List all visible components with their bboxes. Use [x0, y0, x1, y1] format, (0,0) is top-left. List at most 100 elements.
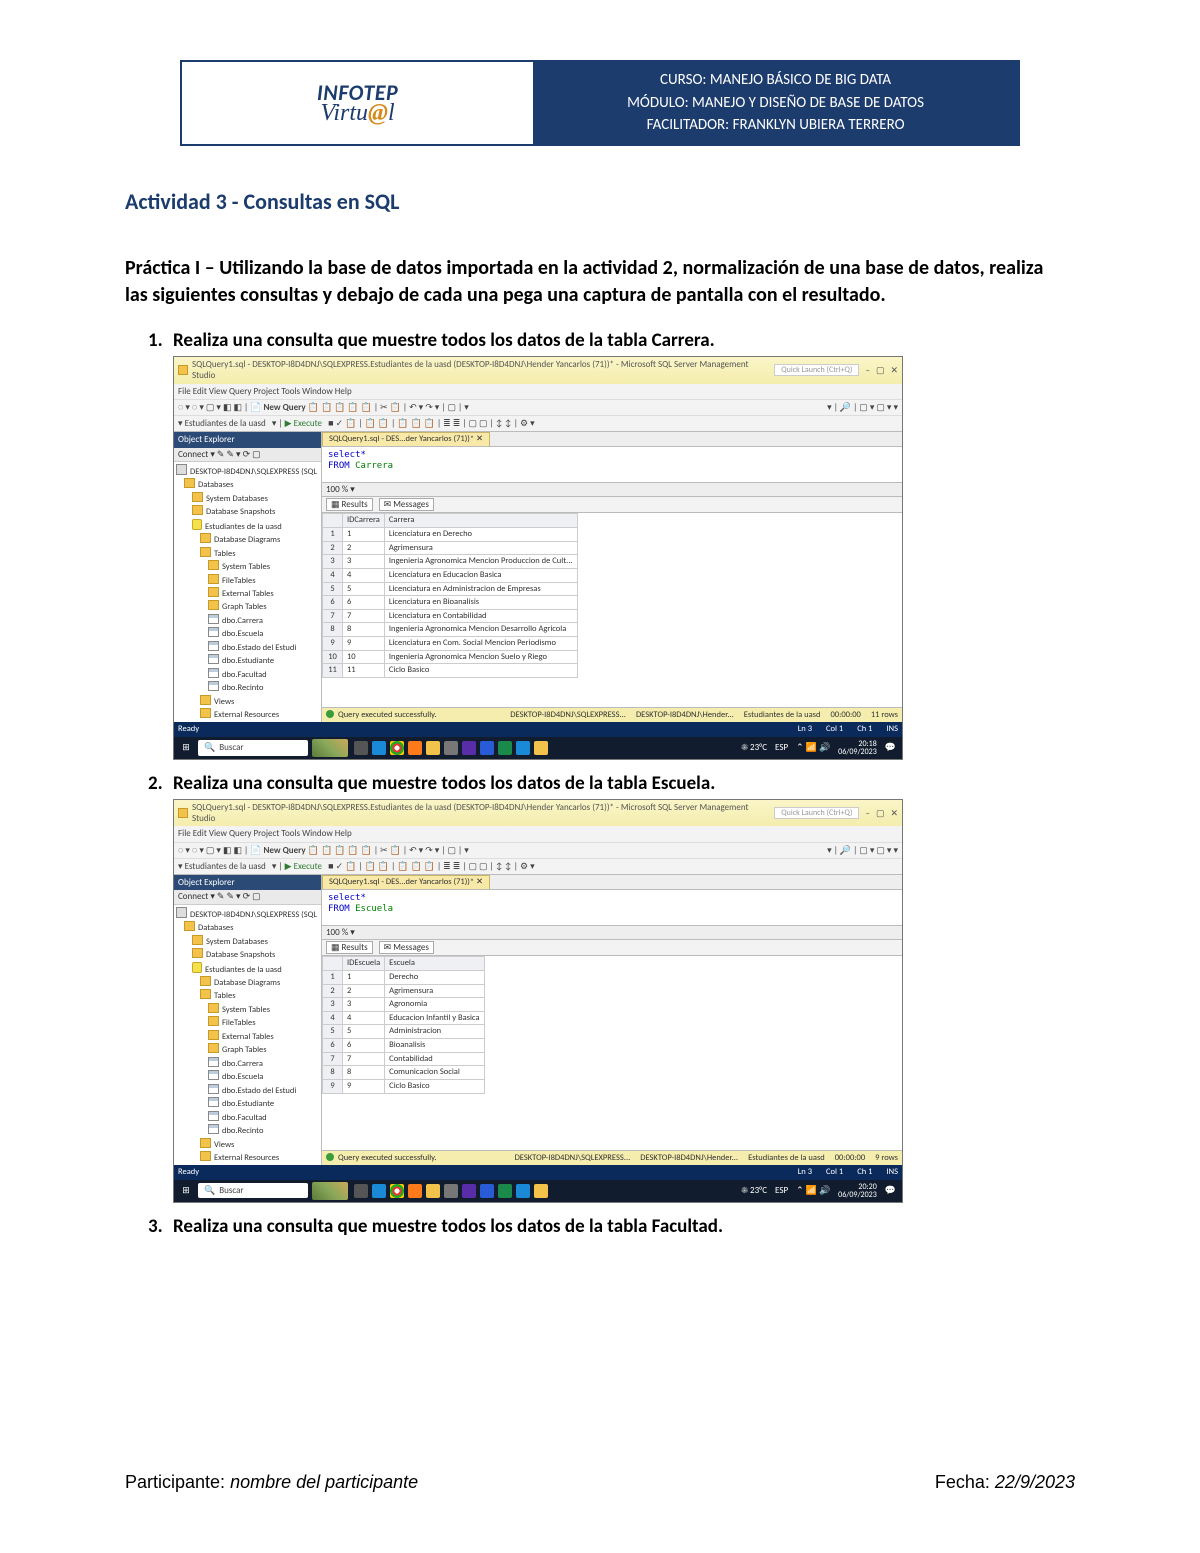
edge-icon[interactable]	[372, 1184, 386, 1198]
ide-footer-bar: Ready Ln 3Col 1Ch 1INS	[174, 1165, 902, 1180]
object-explorer-title: Object Explorer	[174, 875, 321, 890]
object-explorer-toolbar[interactable]: Connect ▾ ✎ ✎ ▾ ⟳ ▢	[174, 448, 321, 462]
window-min-icon[interactable]: –	[865, 365, 869, 376]
firefox-icon[interactable]	[408, 741, 422, 755]
status-ok: Query executed successfully.	[326, 710, 437, 721]
zoom-level[interactable]: 100 % ▾	[322, 926, 902, 940]
query-tab[interactable]: SQLQuery1.sql - DES...der Yancarlos (71)…	[322, 432, 490, 446]
ssms-menubar[interactable]: File Edit View Query Project Tools Windo…	[174, 826, 902, 841]
taskbar-apps[interactable]	[354, 1184, 548, 1198]
ssms-title-text: SQLQuery1.sql - DESKTOP-I8D4DNJ\SQLEXPRE…	[192, 359, 768, 382]
ssms-app-icon	[178, 365, 188, 375]
ssms-toolbar-2[interactable]: ▾ Estudiantes de la uasd ▾ | ▶ Execute ■…	[174, 858, 902, 875]
activity-title: Actividad 3 - Consultas en SQL	[125, 188, 1075, 215]
task-2-text: Realiza una consulta que muestre todos l…	[173, 772, 715, 795]
object-explorer-title: Object Explorer	[174, 432, 321, 447]
chrome-icon[interactable]	[390, 1184, 404, 1198]
ssms-icon[interactable]	[534, 741, 548, 755]
taskbar-search[interactable]: 🔍 Buscar	[198, 1183, 308, 1198]
system-tray[interactable]: ☀ 23°C ESP ⌃ 📶 🔊 20:1806/09/2023 💬	[741, 740, 902, 756]
taskbar-apps[interactable]	[354, 741, 548, 755]
task-view-icon[interactable]	[312, 739, 348, 757]
windows-taskbar[interactable]: ⊞ 🔍 Buscar	[174, 1180, 902, 1202]
document-page: INFOTEP Virtu@l CURSO: MANEJO BÁSICO DE …	[0, 0, 1200, 1553]
banner-line-2: MÓDULO: MANEJO Y DISEÑO DE BASE DE DATOS	[543, 92, 1008, 115]
app-icon[interactable]	[444, 1184, 458, 1198]
results-grid[interactable]: IDEscuelaEscuela11Derecho22Agrimensura33…	[322, 956, 902, 1149]
firefox-icon[interactable]	[408, 1184, 422, 1198]
task-3-text: Realiza una consulta que muestre todos l…	[173, 1215, 723, 1238]
window-close-icon[interactable]: ✕	[890, 808, 898, 819]
weather-widget[interactable]: ☀ 23°C	[741, 1185, 767, 1196]
app-icon[interactable]	[354, 741, 368, 755]
results-tabs[interactable]: ▦ Results ✉ Messages	[322, 497, 902, 513]
participant-label: Participante: nombre del participante	[125, 1472, 418, 1493]
vs-icon[interactable]	[462, 1184, 476, 1198]
infotep-logo: INFOTEP Virtu@l	[317, 79, 398, 127]
quick-launch-input[interactable]: Quick Launch (Ctrl+Q)	[774, 807, 859, 819]
ssms-toolbar-2[interactable]: ▾ Estudiantes de la uasd ▾ | ▶ Execute ■…	[174, 415, 902, 432]
windows-taskbar[interactable]: ⊞ 🔍 Buscar	[174, 737, 902, 759]
status-ok: Query executed successfully.	[326, 1153, 437, 1164]
window-max-icon[interactable]: ▢	[876, 808, 885, 819]
taskbar-search[interactable]: 🔍 Buscar	[198, 740, 308, 755]
tray-lang[interactable]: ESP	[775, 1185, 788, 1196]
ssms-title-text: SQLQuery1.sql - DESKTOP-I8D4DNJ\SQLEXPRE…	[192, 802, 768, 825]
start-button[interactable]: ⊞	[174, 742, 198, 753]
editor-tabs[interactable]: SQLQuery1.sql - DES...der Yancarlos (71)…	[322, 432, 902, 447]
query-status-bar: Query executed successfully. DESKTOP-I8D…	[322, 707, 902, 723]
window-min-icon[interactable]: –	[865, 808, 869, 819]
page-footer: Participante: nombre del participante Fe…	[125, 1472, 1075, 1493]
object-explorer-tree[interactable]: DESKTOP-I8D4DNJ\SQLEXPRESS (SQL Database…	[174, 905, 321, 1166]
app-icon[interactable]	[354, 1184, 368, 1198]
explorer-icon[interactable]	[426, 1184, 440, 1198]
word-icon[interactable]	[480, 741, 494, 755]
notifications-icon[interactable]: 💬	[885, 742, 896, 753]
system-tray[interactable]: ☀ 23°C ESP ⌃ 📶 🔊 20:2006/09/2023 💬	[741, 1183, 902, 1199]
object-explorer-toolbar[interactable]: Connect ▾ ✎ ✎ ▾ ⟳ ▢	[174, 890, 321, 904]
vscode-icon[interactable]	[516, 1184, 530, 1198]
banner-course-info: CURSO: MANEJO BÁSICO DE BIG DATA MÓDULO:…	[533, 62, 1018, 144]
object-explorer[interactable]: Object Explorer Connect ▾ ✎ ✎ ▾ ⟳ ▢ DESK…	[174, 875, 322, 1165]
notifications-icon[interactable]: 💬	[885, 1185, 896, 1196]
app-icon[interactable]	[444, 741, 458, 755]
ssms-menubar[interactable]: File Edit View Query Project Tools Windo…	[174, 384, 902, 399]
vs-icon[interactable]	[462, 741, 476, 755]
sql-editor[interactable]: select* FROM Carrera	[322, 447, 902, 483]
object-explorer[interactable]: Object Explorer Connect ▾ ✎ ✎ ▾ ⟳ ▢ DESK…	[174, 432, 322, 722]
quick-launch-input[interactable]: Quick Launch (Ctrl+Q)	[774, 364, 859, 376]
taskbar-clock[interactable]: 20:1806/09/2023	[838, 740, 877, 756]
edge-icon[interactable]	[372, 741, 386, 755]
editor-main: SQLQuery1.sql - DES...der Yancarlos (71)…	[322, 875, 902, 1165]
vscode-icon[interactable]	[516, 741, 530, 755]
excel-icon[interactable]	[498, 1184, 512, 1198]
explorer-icon[interactable]	[426, 741, 440, 755]
excel-icon[interactable]	[498, 741, 512, 755]
ssms-toolbar-1[interactable]: ◌ ▾ ◌ ▾ ▢ ▾ ◧ ◧ | 📄 New Query 📋 📋 📋 📋 📋 …	[174, 399, 902, 415]
ssms-screenshot-1: SQLQuery1.sql - DESKTOP-I8D4DNJ\SQLEXPRE…	[173, 356, 903, 760]
sql-editor[interactable]: select* FROM Escuela	[322, 890, 902, 926]
editor-tabs[interactable]: SQLQuery1.sql - DES...der Yancarlos (71)…	[322, 875, 902, 890]
logo-text-top: INFOTEP	[317, 79, 398, 106]
word-icon[interactable]	[480, 1184, 494, 1198]
ssms-icon[interactable]	[534, 1184, 548, 1198]
object-explorer-tree[interactable]: DESKTOP-I8D4DNJ\SQLEXPRESS (SQL Database…	[174, 462, 321, 723]
task-3: Realiza una consulta que muestre todos l…	[167, 1215, 1075, 1238]
window-close-icon[interactable]: ✕	[890, 365, 898, 376]
query-tab[interactable]: SQLQuery1.sql - DES...der Yancarlos (71)…	[322, 875, 490, 889]
weather-widget[interactable]: ☀ 23°C	[741, 742, 767, 753]
results-tabs[interactable]: ▦ Results ✉ Messages	[322, 940, 902, 956]
practice-intro: Práctica I – Utilizando la base de datos…	[125, 255, 1075, 309]
ready-label: Ready	[178, 1167, 199, 1178]
task-view-icon[interactable]	[312, 1182, 348, 1200]
taskbar-clock[interactable]: 20:2006/09/2023	[838, 1183, 877, 1199]
tray-lang[interactable]: ESP	[775, 742, 788, 753]
ssms-toolbar-1[interactable]: ◌ ▾ ◌ ▾ ▢ ▾ ◧ ◧ | 📄 New Query 📋 📋 📋 📋 📋 …	[174, 842, 902, 858]
window-max-icon[interactable]: ▢	[876, 365, 885, 376]
zoom-level[interactable]: 100 % ▾	[322, 483, 902, 497]
editor-main: SQLQuery1.sql - DES...der Yancarlos (71)…	[322, 432, 902, 722]
results-grid[interactable]: IDCarreraCarrera11Licenciatura en Derech…	[322, 513, 902, 706]
ssms-titlebar: SQLQuery1.sql - DESKTOP-I8D4DNJ\SQLEXPRE…	[174, 357, 902, 384]
chrome-icon[interactable]	[390, 741, 404, 755]
start-button[interactable]: ⊞	[174, 1185, 198, 1196]
